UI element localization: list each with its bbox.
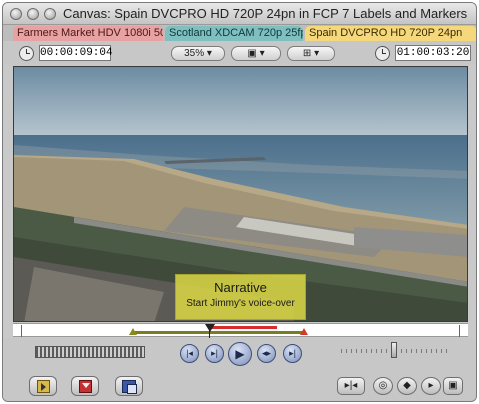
insert-button[interactable] (29, 376, 57, 396)
out-point-marker[interactable] (300, 328, 308, 335)
overlay-icon: ⊞ (302, 48, 312, 59)
insert-icon (37, 380, 50, 393)
view-mode-icon: ▣ (247, 48, 257, 59)
zoom-button[interactable] (44, 8, 56, 20)
close-button[interactable] (10, 8, 22, 20)
minimize-button[interactable] (27, 8, 39, 20)
chevron-down-icon: ▾ (206, 48, 212, 59)
match-frame-button[interactable]: ▸|◂ (337, 377, 365, 395)
add-keyframe-button[interactable]: ◆ (397, 377, 417, 395)
tab-spain[interactable]: Spain DVCPRO HD 720P 24pn (305, 26, 476, 41)
canvas-toolbar: 00:00:09:04 35% ▾ ▣ ▾ ⊞ ▾ 01:00:03:20 (3, 41, 476, 65)
add-marker-button[interactable]: ▸ (421, 377, 441, 395)
duration-timecode-field[interactable]: 00:00:09:04 (39, 45, 113, 61)
marker-comment: Start Jimmy's voice-over (186, 298, 295, 309)
sequence-tabs: Farmers Market HDV 1080i 50 Scotland XDC… (3, 25, 476, 41)
shuttle-control[interactable] (35, 346, 145, 358)
view-popup[interactable]: ▣ ▾ (231, 46, 281, 61)
playhead[interactable] (205, 324, 215, 332)
tab-scotland[interactable]: Scotland XDCAM 720p 25fps (165, 26, 303, 41)
replace-button[interactable] (115, 376, 143, 396)
jog-knob[interactable] (391, 342, 397, 358)
transport-controls: |◂ ▸| ▶ ◂▸ ▸| (3, 338, 476, 371)
canvas-window: Canvas: Spain DVCPRO HD 720P 24pn in FCP… (2, 2, 477, 402)
play-around-current-button[interactable]: ◂▸ (257, 344, 276, 363)
duration-clock-icon (19, 46, 34, 61)
play-in-to-out-button[interactable]: ▸| (205, 344, 224, 363)
overwrite-icon (79, 380, 92, 393)
current-timecode-field[interactable]: 01:00:03:20 (395, 45, 471, 61)
in-point-marker[interactable] (129, 328, 137, 335)
edit-marker-button[interactable]: ▣ (443, 377, 463, 395)
zoom-value: 35% (184, 48, 205, 59)
current-time-clock-icon (375, 46, 390, 61)
play-button[interactable]: ▶ (228, 342, 252, 366)
window-title: Canvas: Spain DVCPRO HD 720P 24pn in FCP… (63, 6, 468, 21)
scrubber-bar[interactable] (13, 323, 468, 338)
chevron-down-icon: ▾ (314, 48, 320, 59)
next-edit-button[interactable]: ▸| (283, 344, 302, 363)
scrubber-end (459, 325, 460, 337)
previous-edit-button[interactable]: |◂ (180, 344, 199, 363)
scrubber-start (21, 325, 22, 337)
replace-icon (122, 380, 137, 394)
marker-duration[interactable] (209, 326, 277, 329)
marker-overlay: Narrative Start Jimmy's voice-over (175, 274, 306, 320)
overlay-popup[interactable]: ⊞ ▾ (287, 46, 335, 61)
edit-buttons-bar: ▸|◂ ◎ ◆ ▸ ▣ (3, 371, 476, 401)
tab-farmers-market[interactable]: Farmers Market HDV 1080i 50 (13, 26, 163, 41)
marker-name: Narrative (214, 280, 267, 295)
in-out-range (133, 331, 305, 334)
mark-clip-button[interactable]: ◎ (373, 377, 393, 395)
title-bar[interactable]: Canvas: Spain DVCPRO HD 720P 24pn in FCP… (3, 3, 476, 25)
zoom-popup[interactable]: 35% ▾ (171, 46, 225, 61)
chevron-down-icon: ▾ (259, 48, 265, 59)
overwrite-button[interactable] (71, 376, 99, 396)
